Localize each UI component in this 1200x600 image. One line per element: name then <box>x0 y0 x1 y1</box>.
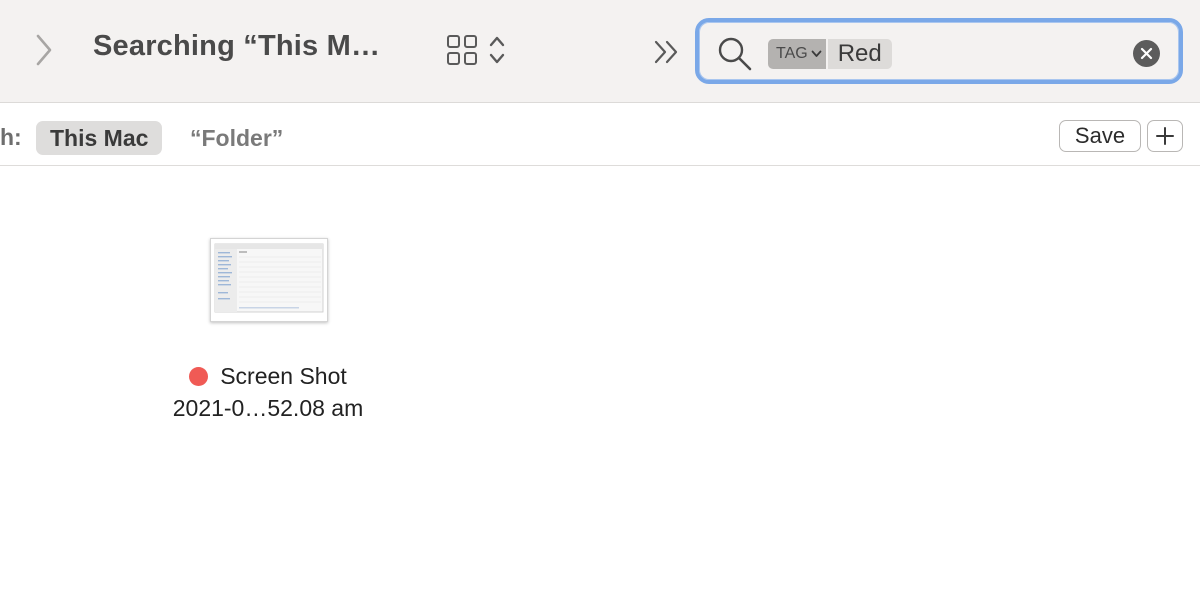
up-down-chevron-icon <box>489 36 505 64</box>
save-search-button[interactable]: Save <box>1059 120 1141 152</box>
file-thumbnail <box>210 238 328 322</box>
window-title: Searching “This M… <box>93 30 381 62</box>
double-chevron-right-icon <box>654 40 678 64</box>
clear-x-icon <box>1140 47 1153 60</box>
scope-folder[interactable]: “Folder” <box>190 121 283 155</box>
file-name: Screen Shot 2021-0…52.08 am <box>150 360 386 424</box>
screenshot-thumbnail-image <box>214 243 324 313</box>
file-name-line-1: Screen Shot <box>150 360 386 392</box>
add-criteria-button[interactable] <box>1147 120 1183 152</box>
toolbar-overflow-button[interactable] <box>650 34 684 70</box>
search-field[interactable]: TAG Red <box>695 18 1183 84</box>
plus-icon <box>1156 127 1174 145</box>
chevron-right-icon <box>36 34 52 66</box>
search-scope-bar: h: This Mac “Folder” Save <box>0 104 1200 166</box>
toolbar: Searching “This M… TAG Red <box>0 0 1200 103</box>
token-value: Red <box>827 39 892 69</box>
file-name-line-2: 2021-0…52.08 am <box>172 395 364 421</box>
file-name-text: Screen Shot <box>220 363 347 389</box>
token-type-label: TAG <box>776 45 808 62</box>
grid-icon <box>447 35 477 65</box>
scope-label: h: <box>0 124 22 150</box>
scope-this-mac[interactable]: This Mac <box>36 121 163 155</box>
view-mode-button[interactable] <box>446 30 522 70</box>
search-token[interactable]: TAG Red <box>768 39 892 69</box>
chevron-down-icon <box>811 50 822 57</box>
red-tag-dot <box>189 367 209 386</box>
token-type-menu[interactable]: TAG <box>768 39 826 69</box>
file-item[interactable]: Screen Shot 2021-0…52.08 am <box>150 230 386 430</box>
magnifier-icon <box>718 37 752 71</box>
clear-search-button[interactable] <box>1133 40 1160 67</box>
forward-button[interactable] <box>28 30 60 70</box>
